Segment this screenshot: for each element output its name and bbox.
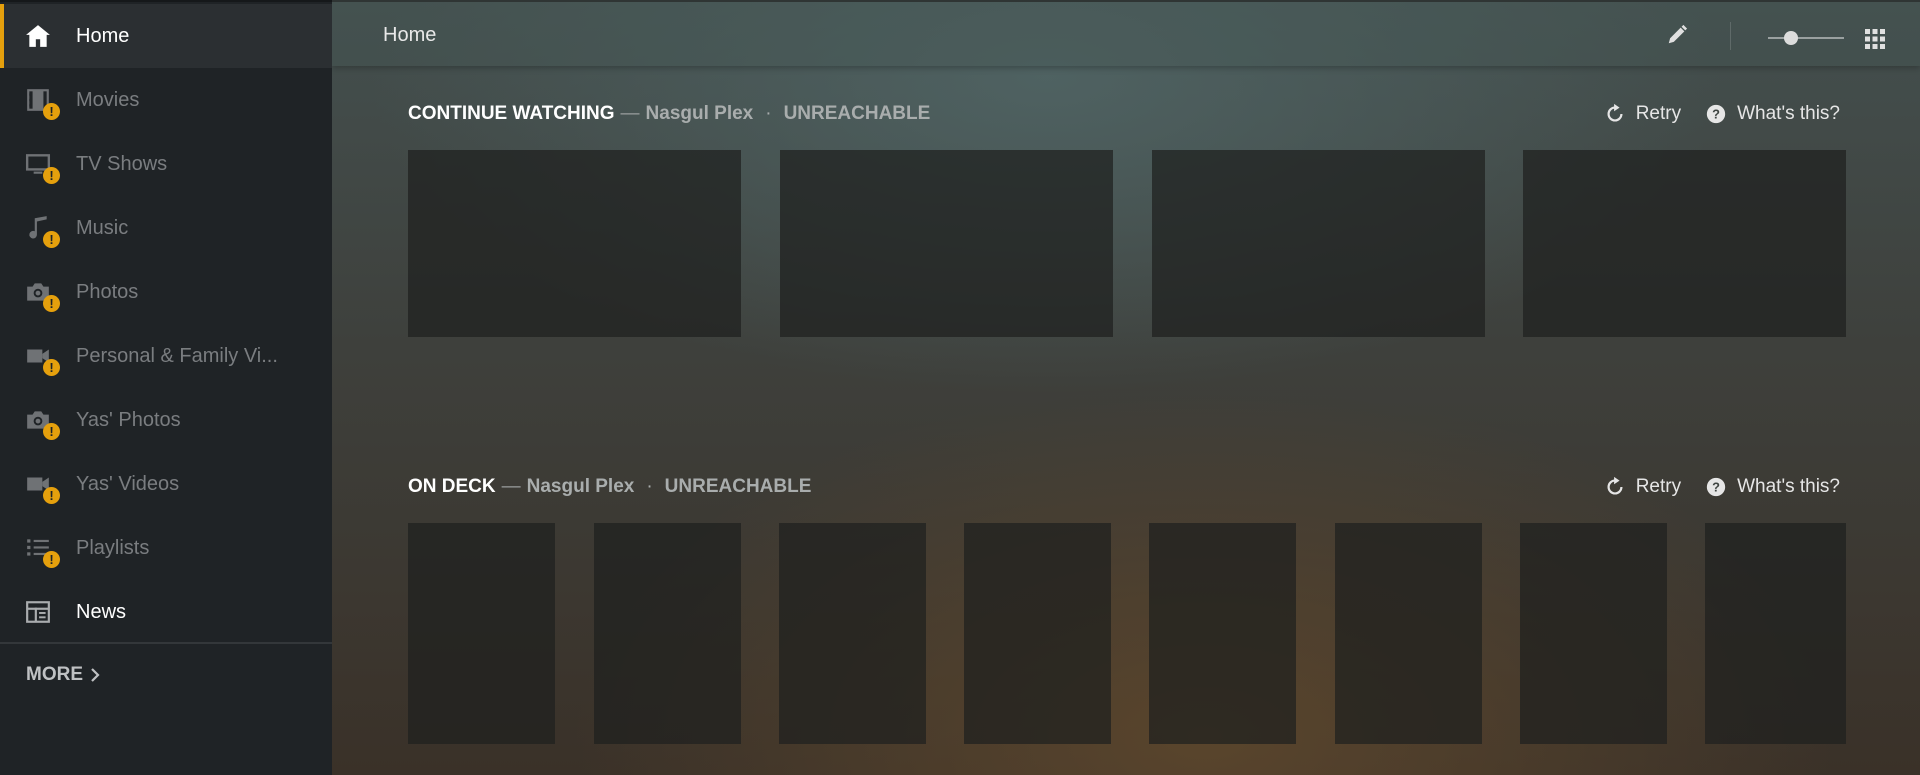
sidebar-item-label: TV Shows xyxy=(76,152,168,175)
whats-this-button[interactable]: ? What's this? xyxy=(1705,103,1840,125)
on-deck-card[interactable] xyxy=(594,523,741,744)
grid-view-icon[interactable] xyxy=(1865,29,1885,54)
help-icon: ? xyxy=(1706,104,1726,124)
film-icon: ! xyxy=(24,86,60,120)
more-label: MORE xyxy=(26,664,83,685)
whats-this-label: What's this? xyxy=(1737,103,1840,124)
on-deck-card[interactable] xyxy=(964,523,1111,744)
retry-icon xyxy=(1607,476,1623,495)
warning-badge: ! xyxy=(43,103,60,120)
page-title: Home xyxy=(383,24,437,46)
sidebar-item-movies[interactable]: ! Movies xyxy=(0,68,332,132)
svg-text:?: ? xyxy=(1712,107,1720,122)
tv-icon: ! xyxy=(24,150,60,184)
on-deck-card[interactable] xyxy=(779,523,926,744)
sidebar: Home ! Movies ! TV Shows ! Music ! Photo… xyxy=(0,0,332,775)
continue-watching-card[interactable] xyxy=(1523,150,1846,337)
sidebar-item-label: Photos xyxy=(76,280,139,303)
edit-pencil-icon[interactable] xyxy=(1666,24,1688,51)
retry-icon xyxy=(1607,103,1623,122)
server-status: UNREACHABLE xyxy=(783,103,931,124)
sidebar-item-label: Personal & Family Vi... xyxy=(76,344,278,367)
hub-dot: · xyxy=(646,476,653,497)
server-name: Nasgul Plex xyxy=(526,476,635,497)
video-camera-icon: ! xyxy=(24,342,60,376)
whats-this-label: What's this? xyxy=(1737,476,1840,497)
warning-badge: ! xyxy=(43,295,60,312)
hub-title[interactable]: CONTINUE WATCHING xyxy=(408,103,615,125)
slider-track xyxy=(1768,37,1844,39)
on-deck-header: ON DECK — Nasgul Plex · UNREACHABLE xyxy=(408,476,811,498)
warning-badge: ! xyxy=(43,231,60,248)
camera-icon: ! xyxy=(24,406,60,440)
on-deck-card[interactable] xyxy=(1335,523,1482,744)
playlist-icon: ! xyxy=(24,534,60,568)
slider-knob[interactable] xyxy=(1784,31,1798,45)
svg-text:?: ? xyxy=(1712,480,1720,495)
sidebar-item-label: Home xyxy=(76,24,130,47)
sidebar-item-news[interactable]: News xyxy=(0,580,332,644)
sidebar-item-label: News xyxy=(76,600,127,623)
warning-badge: ! xyxy=(43,551,60,568)
sidebar-item-label: Music xyxy=(76,216,129,239)
sidebar-item-tv-shows[interactable]: ! TV Shows xyxy=(0,132,332,196)
server-name: Nasgul Plex xyxy=(645,103,754,124)
hub-dot: · xyxy=(765,103,772,124)
warning-badge: ! xyxy=(43,359,60,376)
sidebar-item-label: Yas' Videos xyxy=(76,472,180,495)
retry-label: Retry xyxy=(1635,476,1682,497)
hub-dash: — xyxy=(501,476,521,497)
main-content: Home CONTINUE WATCHING — Nasgul Plex · U… xyxy=(332,0,1920,775)
on-deck-card[interactable] xyxy=(1520,523,1667,744)
poster-size-slider[interactable] xyxy=(1768,28,1844,48)
chevron-right-icon xyxy=(91,668,100,682)
toolbar-separator xyxy=(1730,22,1731,50)
sidebar-item-label: Yas' Photos xyxy=(76,408,181,431)
sidebar-item-yas-videos[interactable]: ! Yas' Videos xyxy=(0,452,332,516)
warning-badge: ! xyxy=(43,167,60,184)
warning-badge: ! xyxy=(43,487,60,504)
continue-watching-header: CONTINUE WATCHING — Nasgul Plex · UNREAC… xyxy=(408,103,930,125)
sidebar-item-photos[interactable]: ! Photos xyxy=(0,260,332,324)
sidebar-item-home[interactable]: Home xyxy=(0,4,332,68)
on-deck-card[interactable] xyxy=(1149,523,1296,744)
retry-button[interactable]: Retry xyxy=(1604,103,1681,125)
whats-this-button[interactable]: ? What's this? xyxy=(1705,476,1840,498)
hub-title[interactable]: ON DECK xyxy=(408,476,496,498)
sidebar-item-playlists[interactable]: ! Playlists xyxy=(0,516,332,580)
continue-watching-card[interactable] xyxy=(1152,150,1485,337)
sidebar-item-yas-photos[interactable]: ! Yas' Photos xyxy=(0,388,332,452)
server-status: UNREACHABLE xyxy=(664,476,812,497)
continue-watching-actions: Retry ? What's this? xyxy=(1604,103,1840,125)
hub-dash: — xyxy=(620,103,640,124)
warning-badge: ! xyxy=(43,423,60,440)
sidebar-item-label: Movies xyxy=(76,88,140,111)
more-button[interactable]: MORE xyxy=(26,664,101,686)
on-deck-actions: Retry ? What's this? xyxy=(1604,476,1840,498)
sidebar-item-music[interactable]: ! Music xyxy=(0,196,332,260)
on-deck-card[interactable] xyxy=(1705,523,1846,744)
music-icon: ! xyxy=(24,214,60,248)
video-camera-icon: ! xyxy=(24,470,60,504)
sidebar-divider xyxy=(0,642,332,644)
sidebar-item-label: Playlists xyxy=(76,536,150,559)
camera-icon: ! xyxy=(24,278,60,312)
continue-watching-card[interactable] xyxy=(408,150,741,337)
on-deck-card[interactable] xyxy=(408,523,555,744)
retry-label: Retry xyxy=(1635,103,1682,124)
news-icon xyxy=(24,598,52,626)
top-bar: Home xyxy=(332,0,1920,66)
retry-button[interactable]: Retry xyxy=(1604,476,1681,498)
continue-watching-card[interactable] xyxy=(780,150,1113,337)
help-icon: ? xyxy=(1706,477,1726,497)
home-icon xyxy=(24,22,52,50)
sidebar-item-personal-family-videos[interactable]: ! Personal & Family Vi... xyxy=(0,324,332,388)
